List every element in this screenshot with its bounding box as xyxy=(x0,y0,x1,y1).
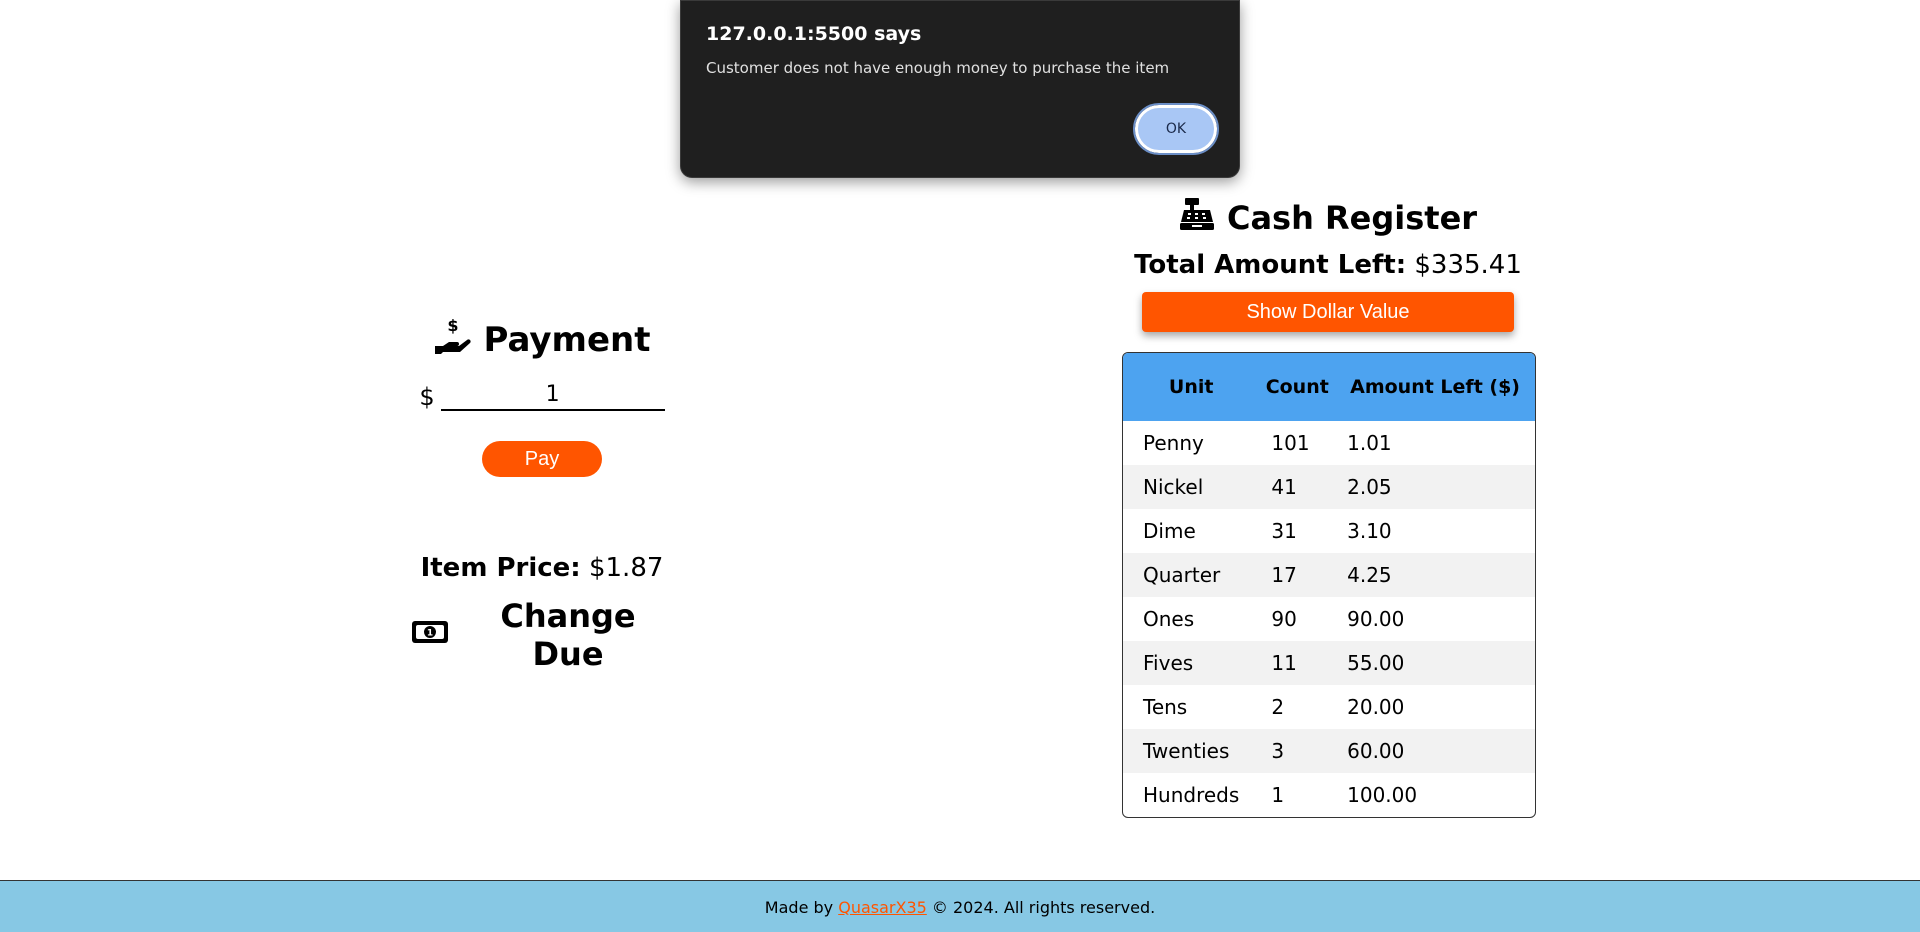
amount-cell: 90.00 xyxy=(1347,607,1405,631)
table-row: Hundreds 1 100.00 xyxy=(1123,773,1535,817)
payment-input-row: $ xyxy=(410,382,674,411)
page: $ Payment $ Pay Item Price: $1.87 1 xyxy=(0,0,1920,932)
change-due-heading: 1 Change Due xyxy=(410,597,674,673)
amount-cell: 55.00 xyxy=(1335,641,1535,685)
payment-heading: $ Payment xyxy=(410,316,674,365)
payment-section: $ Payment $ Pay Item Price: $1.87 1 xyxy=(410,316,674,673)
table-row: Dime 31 3.10 xyxy=(1123,509,1535,553)
unit-cell: Fives xyxy=(1123,641,1260,685)
svg-text:$: $ xyxy=(448,316,459,335)
dialog-message: Customer does not have enough money to p… xyxy=(706,59,1170,77)
amount-cell: 1.01 xyxy=(1347,431,1392,455)
amount-cell: 3.10 xyxy=(1347,519,1392,543)
table-row: Tens 2 20.00 xyxy=(1123,685,1535,729)
cash-register-title: Cash Register xyxy=(1226,199,1478,237)
count-cell: 90 xyxy=(1271,607,1297,631)
footer: Made by QuasarX35 © 2024. All rights res… xyxy=(0,880,1920,932)
count-cell: 17 xyxy=(1259,553,1336,597)
total-amount-label: Total Amount Left: xyxy=(1134,250,1407,280)
cash-register-heading: Cash Register xyxy=(1122,196,1534,240)
footer-prefix: Made by xyxy=(764,897,834,917)
hand-holding-dollar-icon: $ xyxy=(433,316,473,365)
item-price: Item Price: $1.87 xyxy=(410,553,674,583)
unit-cell: Tens xyxy=(1143,695,1188,719)
amount-cell: 20.00 xyxy=(1347,695,1405,719)
unit-cell: Twenties xyxy=(1123,729,1260,773)
item-price-value: $1.87 xyxy=(588,553,664,583)
unit-cell: Hundreds xyxy=(1143,783,1240,807)
unit-cell: Quarter xyxy=(1123,553,1260,597)
total-amount-left: Total Amount Left: $335.41 xyxy=(1122,250,1534,280)
footer-copyright: © 2024. All rights reserved. xyxy=(931,897,1156,917)
unit-cell: Nickel xyxy=(1123,465,1260,509)
dialog-title: 127.0.0.1:5500 says xyxy=(706,23,922,45)
table-row: Nickel 41 2.05 xyxy=(1123,465,1535,509)
ok-button[interactable]: OK xyxy=(1133,103,1219,155)
change-due-title: Change Due xyxy=(500,597,636,673)
item-price-label: Item Price: xyxy=(420,553,581,583)
show-dollar-value-button[interactable]: Show Dollar Value xyxy=(1142,292,1514,332)
count-cell: 41 xyxy=(1259,465,1336,509)
table-row: Twenties 3 60.00 xyxy=(1123,729,1535,773)
column-header-count: Count xyxy=(1259,353,1336,421)
cash-register-icon xyxy=(1179,196,1215,240)
count-cell: 11 xyxy=(1259,641,1336,685)
amount-cell: 100.00 xyxy=(1347,783,1418,807)
amount-cell: 4.25 xyxy=(1335,553,1535,597)
svg-text:1: 1 xyxy=(427,629,433,639)
table-header-row: Unit Count Amount Left ($) xyxy=(1123,353,1535,421)
cash-drawer-table: Unit Count Amount Left ($) Penny 101 1.0… xyxy=(1122,352,1536,818)
alert-dialog: 127.0.0.1:5500 says Customer does not ha… xyxy=(680,0,1240,178)
author-link[interactable]: QuasarX35 xyxy=(838,898,927,917)
unit-cell: Ones xyxy=(1143,607,1195,631)
column-header-unit: Unit xyxy=(1123,353,1260,421)
unit-cell: Dime xyxy=(1143,519,1196,543)
count-cell: 1 xyxy=(1271,783,1285,807)
count-cell: 31 xyxy=(1271,519,1297,543)
payment-title: Payment xyxy=(483,320,651,360)
table-row: Penny 101 1.01 xyxy=(1123,421,1535,465)
table-row: Ones 90 90.00 xyxy=(1123,597,1535,641)
cash-register-section: Cash Register Total Amount Left: $335.41… xyxy=(1122,196,1536,818)
column-header-amount: Amount Left ($) xyxy=(1335,353,1535,421)
table-row: Quarter 17 4.25 xyxy=(1123,553,1535,597)
total-amount-value: $335.41 xyxy=(1414,250,1522,280)
currency-symbol: $ xyxy=(419,383,435,411)
count-cell: 2 xyxy=(1271,695,1285,719)
amount-cell: 60.00 xyxy=(1335,729,1535,773)
table-row: Fives 11 55.00 xyxy=(1123,641,1535,685)
pay-button[interactable]: Pay xyxy=(482,441,602,477)
unit-cell: Penny xyxy=(1143,431,1204,455)
amount-cell: 2.05 xyxy=(1335,465,1535,509)
count-cell: 3 xyxy=(1259,729,1336,773)
cash-input[interactable] xyxy=(440,382,665,411)
count-cell: 101 xyxy=(1271,431,1310,455)
money-bill-icon: 1 xyxy=(410,616,450,654)
